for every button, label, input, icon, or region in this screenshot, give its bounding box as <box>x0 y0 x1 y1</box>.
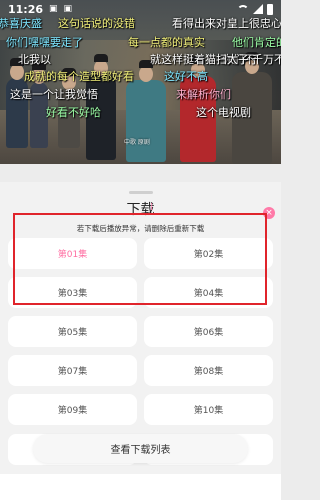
system-nav-bar <box>0 474 281 500</box>
episode-item-02[interactable]: 第02集 <box>144 238 273 269</box>
episode-item-08[interactable]: 第08集 <box>144 355 273 386</box>
episode-item-09[interactable]: 第09集 <box>8 394 137 425</box>
view-download-list-button[interactable]: 查看下载列表 <box>33 434 248 463</box>
episode-item-05[interactable]: 第05集 <box>8 316 137 347</box>
episode-item-06[interactable]: 第06集 <box>144 316 273 347</box>
episode-item-10[interactable]: 第10集 <box>144 394 273 425</box>
episode-item-03[interactable]: 第03集 <box>8 277 137 308</box>
episode-item-04[interactable]: 第04集 <box>144 277 273 308</box>
episode-item-01[interactable]: 第01集 <box>8 238 137 269</box>
episode-grid: 第01集 第02集 第03集 第04集 第05集 第06集 第07集 第08集 … <box>0 0 281 500</box>
episode-item-07[interactable]: 第07集 <box>8 355 137 386</box>
